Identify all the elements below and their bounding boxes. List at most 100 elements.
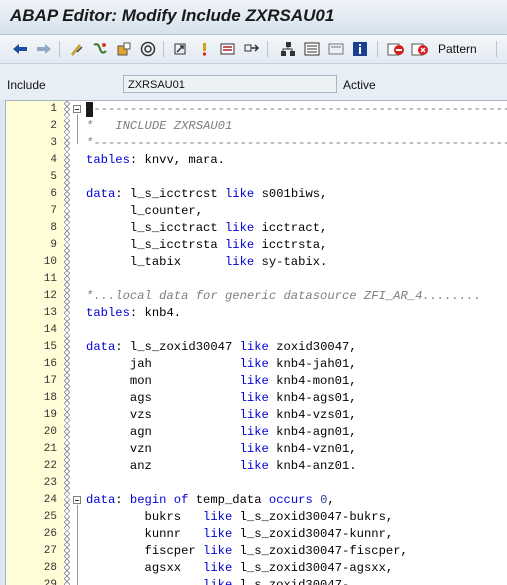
line-number: 17 bbox=[43, 375, 57, 387]
line-number: 4 bbox=[50, 154, 57, 166]
code-line[interactable]: 23 bbox=[6, 475, 507, 492]
code-line[interactable]: 13 tables: knb4. bbox=[6, 305, 507, 322]
activate-icon[interactable] bbox=[170, 39, 190, 59]
code-line[interactable]: 15 data: l_s_zoxid30047 like zoxid30047, bbox=[6, 339, 507, 356]
check-icon[interactable] bbox=[138, 39, 158, 59]
toolbar-separator bbox=[496, 41, 497, 57]
include-label: Include bbox=[7, 78, 46, 92]
code-text: *...local data for generic datasource ZF… bbox=[86, 289, 481, 303]
line-number: 25 bbox=[43, 511, 57, 523]
code-line[interactable]: 27 fiscper like l_s_zoxid30047-fiscper, bbox=[6, 543, 507, 560]
line-number: 19 bbox=[43, 409, 57, 421]
toolbar-separator bbox=[267, 41, 268, 57]
code-text: l_counter, bbox=[86, 204, 204, 218]
line-number: 27 bbox=[43, 545, 57, 557]
forward-arrow-icon[interactable] bbox=[34, 39, 54, 59]
code-line[interactable]: 24 data: begin of temp_data occurs 0, bbox=[6, 492, 507, 509]
line-number: 8 bbox=[50, 222, 57, 234]
text-cursor bbox=[86, 102, 93, 117]
pattern-button[interactable]: Pattern bbox=[438, 40, 477, 58]
test-icon[interactable] bbox=[194, 39, 214, 59]
code-text: kunnr like l_s_zoxid30047-kunnr, bbox=[86, 527, 394, 541]
code-text: bukrs like l_s_zoxid30047-bukrs, bbox=[86, 510, 394, 524]
toolbar-separator bbox=[59, 41, 60, 57]
set-breakpoint-icon[interactable] bbox=[386, 39, 406, 59]
code-line[interactable]: 3 *--------------------------------------… bbox=[6, 135, 507, 152]
code-line[interactable]: 2 * INCLUDE ZXRSAU01 bbox=[6, 118, 507, 135]
code-text: *---------------------------------------… bbox=[86, 102, 507, 116]
line-number: 12 bbox=[43, 290, 57, 302]
where-used-icon[interactable] bbox=[218, 39, 238, 59]
line-number: 16 bbox=[43, 358, 57, 370]
code-line[interactable]: 18 ags like knb4-ags01, bbox=[6, 390, 507, 407]
toolbar-separator bbox=[163, 41, 164, 57]
code-line[interactable]: 6 data: l_s_icctrcst like s001biws, bbox=[6, 186, 507, 203]
line-number: 11 bbox=[43, 273, 57, 285]
line-number: 2 bbox=[50, 120, 57, 132]
code-text: anz like knb4-anz01. bbox=[86, 459, 357, 473]
include-name-field[interactable]: ZXRSAU01 bbox=[123, 75, 337, 93]
code-text: vzs like knb4-vzs01, bbox=[86, 408, 357, 422]
display-change-icon[interactable] bbox=[66, 39, 86, 59]
code-line[interactable]: 28 agsxx like l_s_zoxid30047-agsxx, bbox=[6, 560, 507, 577]
code-line[interactable]: 26 kunnr like l_s_zoxid30047-kunnr, bbox=[6, 526, 507, 543]
title-bar: ABAP Editor: Modify Include ZXRSAU01 bbox=[0, 0, 507, 35]
line-number: 6 bbox=[50, 188, 57, 200]
object-list-icon[interactable] bbox=[278, 39, 298, 59]
code-text: data: begin of temp_data occurs 0, bbox=[86, 493, 335, 507]
line-number: 3 bbox=[50, 137, 57, 149]
code-line[interactable]: 1 *--------------------------------------… bbox=[6, 101, 507, 118]
code-line[interactable]: 11 bbox=[6, 271, 507, 288]
code-text: data: l_s_icctrcst like s001biws, bbox=[86, 187, 328, 201]
code-text: mon like knb4-mon01, bbox=[86, 374, 357, 388]
code-line[interactable]: 21 vzn like knb4-vzn01, bbox=[6, 441, 507, 458]
line-number: 23 bbox=[43, 477, 57, 489]
code-line[interactable]: 9 l_s_icctrsta like icctrsta, bbox=[6, 237, 507, 254]
code-text: tables: knvv, mara. bbox=[86, 153, 225, 167]
window-title: ABAP Editor: Modify Include ZXRSAU01 bbox=[10, 6, 335, 25]
code-text: l_s_icctract like icctract, bbox=[86, 221, 328, 235]
back-arrow-icon[interactable] bbox=[10, 39, 30, 59]
code-text: agsxx like l_s_zoxid30047-agsxx, bbox=[86, 561, 394, 575]
line-number: 20 bbox=[43, 426, 57, 438]
other-object-icon[interactable] bbox=[90, 39, 110, 59]
delete-breakpoint-icon[interactable] bbox=[410, 39, 430, 59]
code-text: l_tabix like sy-tabix. bbox=[86, 255, 328, 269]
code-text: l_s_icctrsta like icctrsta, bbox=[86, 238, 328, 252]
code-text: fiscper like l_s_zoxid30047-fiscper, bbox=[86, 544, 408, 558]
line-number: 15 bbox=[43, 341, 57, 353]
code-text: ags like knb4-ags01, bbox=[86, 391, 357, 405]
active-inactive-icon[interactable] bbox=[114, 39, 134, 59]
line-number: 7 bbox=[50, 205, 57, 217]
line-number: 21 bbox=[43, 443, 57, 455]
code-editor[interactable]: 1 *--------------------------------------… bbox=[5, 100, 507, 585]
information-icon[interactable] bbox=[350, 39, 370, 59]
include-status: Active bbox=[343, 78, 376, 92]
navigation-icon[interactable] bbox=[242, 39, 262, 59]
code-text: vzn like knb4-vzn01, bbox=[86, 442, 357, 456]
line-number: 13 bbox=[43, 307, 57, 319]
code-line[interactable]: 20 agn like knb4-agn01, bbox=[6, 424, 507, 441]
code-text: data: l_s_zoxid30047 like zoxid30047, bbox=[86, 340, 357, 354]
code-line[interactable]: 16 jah like knb4-jah01, bbox=[6, 356, 507, 373]
code-text: *---------------------------------------… bbox=[86, 136, 507, 150]
code-text: tables: knb4. bbox=[86, 306, 182, 320]
display-object-icon[interactable] bbox=[302, 39, 322, 59]
code-line[interactable]: 25 bukrs like l_s_zoxid30047-bukrs, bbox=[6, 509, 507, 526]
code-line[interactable]: 22 anz like knb4-anz01. bbox=[6, 458, 507, 475]
code-line[interactable]: 17 mon like knb4-mon01, bbox=[6, 373, 507, 390]
code-line[interactable]: 14 bbox=[6, 322, 507, 339]
code-line[interactable]: 19 vzs like knb4-vzs01, bbox=[6, 407, 507, 424]
code-line[interactable]: 10 l_tabix like sy-tabix. bbox=[6, 254, 507, 271]
code-text: * INCLUDE ZXRSAU01 bbox=[86, 119, 233, 133]
code-line[interactable]: 4 tables: knvv, mara. bbox=[6, 152, 507, 169]
insert-icon[interactable] bbox=[326, 39, 346, 59]
code-line[interactable]: 5 bbox=[6, 169, 507, 186]
line-number: 5 bbox=[50, 171, 57, 183]
code-line[interactable]: 12 *...local data for generic datasource … bbox=[6, 288, 507, 305]
code-line[interactable]: 8 l_s_icctract like icctract, bbox=[6, 220, 507, 237]
code-line[interactable]: 7 l_counter, bbox=[6, 203, 507, 220]
line-number: 18 bbox=[43, 392, 57, 404]
line-number: 22 bbox=[43, 460, 57, 472]
line-number: 1 bbox=[50, 103, 57, 115]
